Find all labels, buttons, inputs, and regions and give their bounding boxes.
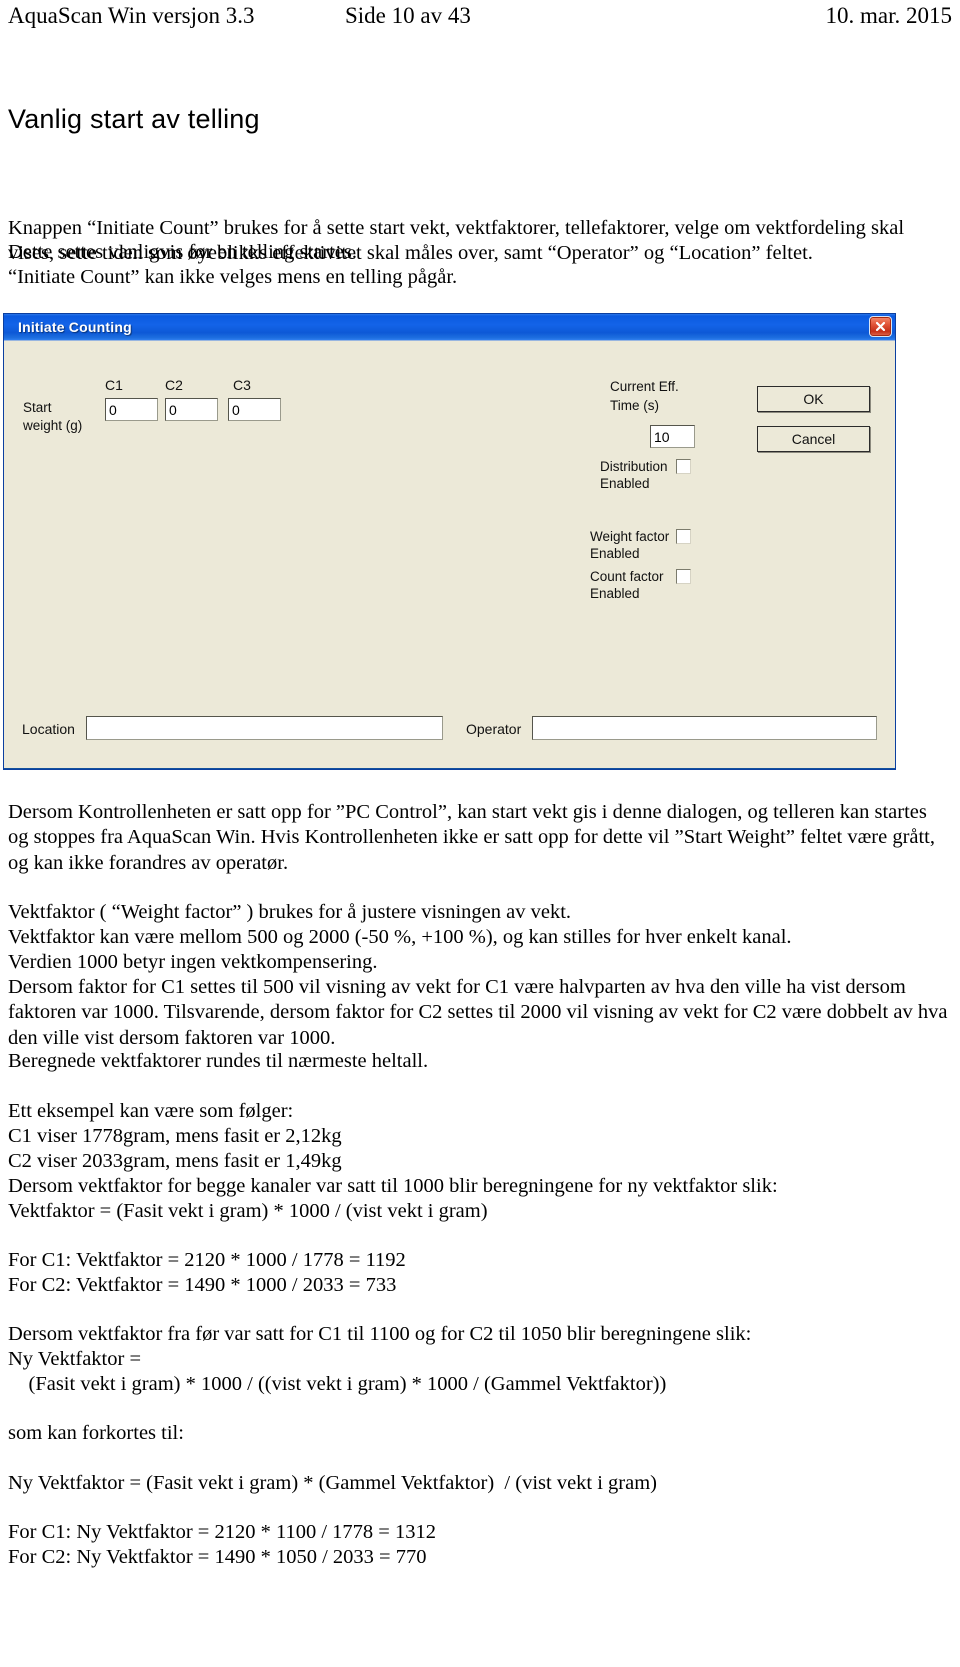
channel-header-c2: C2: [165, 377, 183, 393]
paragraph-weight-factor-l3: Verdien 1000 betyr ingen vektkompenserin…: [8, 951, 378, 973]
channel-header-c3: C3: [233, 377, 251, 393]
operator-input[interactable]: [532, 716, 877, 740]
location-input[interactable]: [86, 716, 443, 740]
dialog-body: Start weight (g) C1 C2 C3 0 0 0 Current …: [4, 341, 895, 768]
start-weight-c2-input[interactable]: 0: [165, 398, 218, 421]
page-number: Side 10 av 43: [345, 3, 471, 28]
count-factor-enabled-checkbox[interactable]: [676, 569, 691, 584]
example-c1: C1 viser 1778gram, mens fasit er 2,12kg: [8, 1125, 342, 1147]
formula-new-simple: Ny Vektfaktor = (Fasit vekt i gram) * (G…: [8, 1472, 658, 1494]
page-title: Vanlig start av telling: [8, 104, 260, 134]
formula-new-label: Ny Vektfaktor =: [8, 1348, 142, 1370]
paragraph-weight-factor-l5: Beregnede vektfaktorer rundes til nærmes…: [8, 1050, 429, 1072]
channel-header-c1: C1: [105, 377, 123, 393]
dialog-title: Initiate Counting: [18, 319, 132, 335]
current-eff-time-input[interactable]: 10: [650, 425, 695, 448]
example-c2: C2 viser 2033gram, mens fasit er 1,49kg: [8, 1150, 342, 1172]
document-date: 10. mar. 2015: [825, 3, 953, 28]
example-intro: Ett eksempel kan være som følger:: [8, 1100, 294, 1122]
intro-line-2: Dette settes vanligvis før en telling st…: [8, 241, 357, 263]
dialog-titlebar[interactable]: Initiate Counting: [4, 314, 895, 341]
paragraph-pc-control: Dersom Kontrollenheten er satt opp for ”…: [8, 801, 941, 874]
current-eff-time-label: Current Eff. Time (s): [610, 379, 679, 413]
document-title: AquaScan Win versjon 3.3: [8, 3, 255, 28]
ok-button[interactable]: OK: [757, 386, 870, 412]
count-factor-enabled-label: Count factor Enabled: [590, 569, 664, 601]
cancel-button[interactable]: Cancel: [757, 426, 870, 452]
result-new-c2: For C2: Ny Vektfaktor = 1490 * 1050 / 20…: [8, 1546, 427, 1568]
location-label: Location: [22, 721, 75, 737]
start-weight-c1-input[interactable]: 0: [105, 398, 158, 421]
result-c1: For C1: Vektfaktor = 2120 * 1000 / 1778 …: [8, 1249, 406, 1271]
result-new-c1: For C1: Ny Vektfaktor = 2120 * 1100 / 17…: [8, 1521, 436, 1543]
intro-line-3: “Initiate Count” kan ikke velges mens en…: [8, 266, 458, 288]
paragraph-weight-factor-l4: Dersom faktor for C1 settes til 500 vil …: [8, 976, 953, 1049]
weight-factor-enabled-checkbox[interactable]: [676, 529, 691, 544]
initiate-counting-dialog: Initiate Counting Start weight (g) C1 C2…: [3, 313, 896, 770]
result-c2: For C2: Vektfaktor = 1490 * 1000 / 2033 …: [8, 1274, 397, 1296]
formula-basic: Vektfaktor = (Fasit vekt i gram) * 1000 …: [8, 1200, 488, 1222]
distribution-enabled-label: Distribution Enabled: [600, 459, 668, 491]
close-icon[interactable]: [869, 316, 892, 337]
operator-label: Operator: [466, 721, 522, 737]
start-weight-c3-input[interactable]: 0: [228, 398, 281, 421]
weight-factor-enabled-label: Weight factor Enabled: [590, 529, 670, 561]
start-weight-label: Start weight (g): [23, 400, 83, 433]
example-note: Dersom vektfaktor for begge kanaler var …: [8, 1175, 778, 1197]
page-header: AquaScan Win versjon 3.3 Side 10 av 43 1…: [0, 0, 960, 36]
shortened-intro: som kan forkortes til:: [8, 1422, 184, 1444]
distribution-enabled-checkbox[interactable]: [676, 459, 691, 474]
formula-new-expression: (Fasit vekt i gram) * 1000 / ((vist vekt…: [8, 1373, 667, 1395]
paragraph-weight-factor-l1: Vektfaktor ( “Weight factor” ) brukes fo…: [8, 901, 572, 923]
paragraph-weight-factor-l2: Vektfaktor kan være mellom 500 og 2000 (…: [8, 926, 792, 948]
paragraph-existing-factor: Dersom vektfaktor fra før var satt for C…: [8, 1323, 752, 1345]
